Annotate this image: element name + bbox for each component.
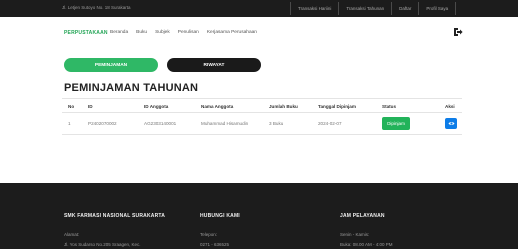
header-id-anggota: ID Anggota	[144, 104, 169, 109]
main-nav: PERPUSTAKAAN Beranda Buku Subjek Penulis…	[0, 17, 518, 45]
eye-icon	[448, 122, 454, 125]
header-nama-anggota: Nama Anggota	[201, 104, 234, 109]
nav-item-subjek[interactable]: Subjek	[155, 30, 170, 35]
cell-nama-anggota: Muhammad Hisamudin	[201, 121, 249, 126]
cell-id-anggota: AG2303140001	[144, 121, 177, 126]
view-detail-button[interactable]	[445, 118, 457, 129]
header-status: Status	[382, 104, 397, 109]
nav-item-beranda[interactable]: Beranda	[110, 30, 128, 35]
brand-logo-text[interactable]: PERPUSTAKAAN	[64, 30, 108, 36]
cell-id: P2402070002	[88, 121, 117, 126]
footer-hours-days: Senin - Kamis:	[340, 232, 370, 237]
tab-riwayat-button[interactable]: RIWAYAT	[167, 58, 261, 72]
top-link-profil-saya[interactable]: Profil Saya	[418, 2, 457, 15]
footer-address-label: Alamat:	[64, 232, 80, 237]
table-header-row: No ID ID Anggota Nama Anggota Jumlah Buk…	[62, 98, 462, 113]
top-links: Transaksi Hariini Transaksi Tahunan Daft…	[290, 2, 457, 15]
tab-peminjaman-button[interactable]: PEMINJAMAN	[64, 58, 158, 72]
nav-item-buku[interactable]: Buku	[136, 30, 147, 35]
nav-menu: Beranda Buku Subjek Penulisan Kerjasama …	[110, 30, 257, 35]
loans-table: No ID ID Anggota Nama Anggota Jumlah Buk…	[62, 98, 462, 135]
table-row: 1 P2402070002 AG2303140001 Muhammad Hisa…	[62, 113, 462, 135]
footer-school-heading: SMK FARMASI NASIONAL SURAKARTA	[64, 213, 166, 219]
footer-phone-value: 0271 - 636525	[200, 242, 230, 247]
page-title: PEMINJAMAN TAHUNAN	[64, 82, 199, 94]
header-id: ID	[88, 104, 93, 109]
header-jumlah-buku: Jumlah Buku	[269, 104, 298, 109]
cell-tanggal-dipinjam: 2024-02-07	[318, 121, 342, 126]
nav-item-kerjasama[interactable]: Kerjasama Perusahaan	[207, 30, 257, 35]
header-no: No	[68, 104, 75, 109]
status-badge: Dipinjam	[382, 117, 410, 130]
top-link-daftar[interactable]: Daftar	[391, 2, 418, 15]
top-address: Jl. Letjen Sutoyo No. 18 Surakarta	[62, 5, 131, 10]
logout-icon[interactable]	[453, 27, 463, 37]
footer-hours-heading: JAM PELAYANAN	[340, 213, 385, 219]
cell-jumlah-buku: 3 Buku	[269, 121, 284, 126]
cell-no: 1	[68, 121, 71, 126]
top-link-transaksi-hariini[interactable]: Transaksi Hariini	[290, 2, 338, 15]
top-link-transaksi-tahunan[interactable]: Transaksi Tahunan	[338, 2, 391, 15]
footer-contact-heading: HUBUNGI KAMI	[200, 213, 240, 219]
header-aksi: Aksi	[445, 104, 455, 109]
nav-item-penulisan[interactable]: Penulisan	[178, 30, 199, 35]
top-bar: Jl. Letjen Sutoyo No. 18 Surakarta Trans…	[0, 0, 518, 17]
footer-address-value: Jl. Yos Sudarso No.205 Sraagen, Kec.	[64, 242, 141, 247]
header-tanggal-dipinjam: Tanggal Dipinjam	[318, 104, 356, 109]
footer-phone-label: Telepon:	[200, 232, 218, 237]
footer: SMK FARMASI NASIONAL SURAKARTA Alamat: J…	[0, 183, 518, 249]
footer-hours-value: Buka: 08.00 AM - 4:00 PM	[340, 242, 393, 247]
